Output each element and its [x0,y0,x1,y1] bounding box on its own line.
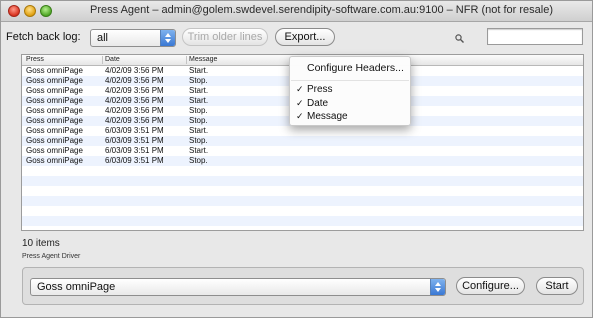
driver-select-value: Goss omniPage [37,281,116,293]
table-row[interactable]: Goss omniPage 6/03/09 3:51 PM Stop. [22,136,583,146]
menu-separator [291,80,409,81]
cell-date: 4/02/09 3:56 PM [105,66,164,75]
fetch-back-log-label: Fetch back log: [6,31,81,43]
empty-table-row [22,166,583,176]
cell-press: Goss omniPage [26,156,83,165]
driver-group-label: Press Agent Driver [22,253,81,260]
app-window: Press Agent – admin@golem.swdevel.serend… [0,0,593,318]
trim-older-lines-button[interactable]: Trim older lines [182,28,268,46]
title-bar[interactable]: Press Agent – admin@golem.swdevel.serend… [1,1,592,22]
cell-date: 6/03/09 3:51 PM [105,156,164,165]
minimize-window-button[interactable] [24,5,36,17]
cell-message: Stop. [189,156,208,165]
configure-headers-menu: Configure Headers... ✓ Press ✓ Date ✓ Me… [289,56,411,126]
table-row[interactable]: Goss omniPage 6/03/09 3:51 PM Stop. [22,156,583,166]
cell-message: Stop. [189,106,208,115]
menu-item-label: Date [307,98,329,109]
empty-table-row [22,176,583,186]
cell-date: 6/03/09 3:51 PM [105,126,164,135]
empty-table-row [22,226,583,230]
cell-date: 4/02/09 3:56 PM [105,96,164,105]
fetch-back-log-select[interactable]: all [90,29,176,47]
cell-message: Start. [189,126,209,135]
cell-message: Start. [189,86,209,95]
driver-select[interactable]: Goss omniPage [30,278,446,296]
cell-message: Start. [189,96,209,105]
cell-press: Goss omniPage [26,116,83,125]
cell-date: 6/03/09 3:51 PM [105,146,164,155]
items-count: 10 items [22,238,60,249]
cell-press: Goss omniPage [26,106,83,115]
column-header-press[interactable]: Press [26,55,44,65]
empty-table-row [22,196,583,206]
cell-press: Goss omniPage [26,146,83,155]
menu-item-label: Press [307,84,333,95]
cell-date: 4/02/09 3:56 PM [105,76,164,85]
export-button[interactable]: Export... [275,28,335,46]
cell-press: Goss omniPage [26,136,83,145]
table-row[interactable]: Goss omniPage 6/03/09 3:51 PM Start. [22,146,583,156]
column-header-message[interactable]: Message [189,55,217,65]
zoom-window-button[interactable] [40,5,52,17]
cell-message: Stop. [189,76,208,85]
popup-arrows-icon [160,30,175,46]
popup-arrows-icon [430,279,445,295]
menu-item-label: Message [307,111,348,122]
configure-button[interactable]: Configure... [456,277,525,295]
fetch-back-log-value: all [97,32,109,44]
cell-message: Start. [189,146,209,155]
cell-press: Goss omniPage [26,126,83,135]
checkmark-icon: ✓ [296,98,304,108]
close-window-button[interactable] [8,5,20,17]
cell-date: 4/02/09 3:56 PM [105,116,164,125]
empty-table-row [22,216,583,226]
cell-date: 6/03/09 3:51 PM [105,136,164,145]
search-icon [455,34,464,43]
cell-press: Goss omniPage [26,86,83,95]
checkmark-icon: ✓ [296,111,304,121]
checkmark-icon: ✓ [296,84,304,94]
cell-message: Start. [189,66,209,75]
empty-table-row [22,206,583,216]
column-divider[interactable] [186,56,187,64]
cell-press: Goss omniPage [26,66,83,75]
cell-date: 4/02/09 3:56 PM [105,86,164,95]
start-button[interactable]: Start [536,277,578,295]
table-row[interactable]: Goss omniPage 6/03/09 3:51 PM Start. [22,126,583,136]
window-title: Press Agent – admin@golem.swdevel.serend… [90,4,553,16]
cell-press: Goss omniPage [26,96,83,105]
menu-item-configure-headers[interactable]: Configure Headers... [307,62,410,74]
column-header-date[interactable]: Date [105,55,120,65]
empty-table-row [22,186,583,196]
search-input[interactable] [487,28,583,45]
cell-message: Stop. [189,116,208,125]
cell-message: Stop. [189,136,208,145]
cell-date: 4/02/09 3:56 PM [105,106,164,115]
column-divider[interactable] [102,56,103,64]
cell-press: Goss omniPage [26,76,83,85]
